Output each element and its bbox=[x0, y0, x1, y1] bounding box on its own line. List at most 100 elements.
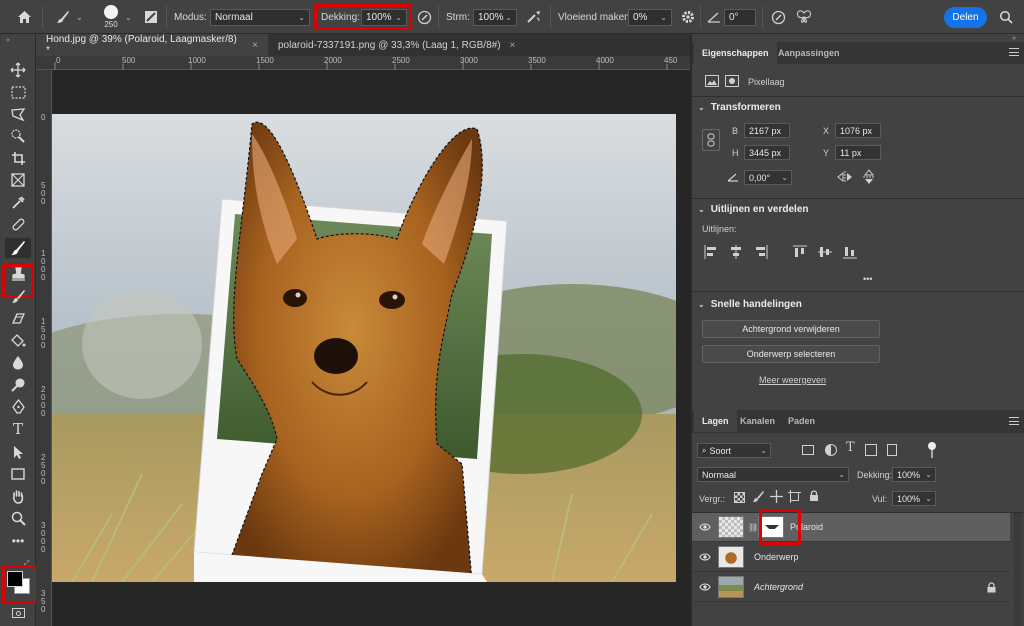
eyedropper-tool[interactable] bbox=[5, 192, 31, 212]
lock-position-icon[interactable] bbox=[770, 490, 783, 506]
stamp-tool[interactable] bbox=[5, 264, 31, 284]
symmetry-butterfly-icon[interactable] bbox=[794, 0, 814, 34]
pen-tool[interactable] bbox=[5, 396, 31, 416]
filter-toggle[interactable] bbox=[928, 442, 936, 458]
layers-scrollbar[interactable] bbox=[1014, 513, 1022, 626]
quick-actions-section-header[interactable]: ⌄ Snelle handelingen bbox=[698, 299, 802, 310]
align-top-edges-icon[interactable] bbox=[793, 245, 807, 262]
zoom-tool[interactable] bbox=[5, 508, 31, 528]
blend-mode-select[interactable]: Normaal ⌄ bbox=[697, 467, 849, 482]
blur-tool[interactable] bbox=[5, 352, 31, 372]
more-tools[interactable]: ••• bbox=[5, 531, 31, 551]
smoothing-input[interactable]: 0% ⌄ bbox=[628, 0, 672, 34]
width-input[interactable]: 2167 px bbox=[744, 123, 790, 138]
align-left-edges-icon[interactable] bbox=[704, 245, 718, 262]
brush-size-picker[interactable]: 250 bbox=[98, 0, 124, 34]
show-more-link[interactable]: Meer weergeven bbox=[759, 375, 826, 385]
mode-select[interactable]: Normaal ⌄ bbox=[210, 0, 310, 34]
link-dimensions-icon[interactable] bbox=[702, 129, 720, 151]
doc-tab-hond[interactable]: Hond.jpg @ 39% (Polaroid, Laagmasker/8) … bbox=[36, 34, 268, 56]
close-icon[interactable]: × bbox=[252, 40, 258, 51]
eye-icon[interactable] bbox=[692, 553, 718, 561]
brush-preset-icon[interactable] bbox=[52, 0, 74, 34]
dodge-tool[interactable] bbox=[5, 374, 31, 394]
healing-tool[interactable] bbox=[5, 214, 31, 234]
lasso-tool[interactable] bbox=[5, 104, 31, 124]
pressure-size-icon[interactable] bbox=[768, 0, 788, 34]
history-brush-tool[interactable] bbox=[5, 286, 31, 306]
remove-background-button[interactable]: Achtergrond verwijderen bbox=[702, 320, 880, 338]
more-options-icon[interactable]: ••• bbox=[863, 274, 872, 284]
filter-smart-object-icon[interactable] bbox=[887, 444, 897, 456]
filter-pixel-icon[interactable] bbox=[802, 445, 814, 455]
transform-section-header[interactable]: ⌄ Transformeren bbox=[698, 102, 781, 113]
select-subject-button[interactable]: Onderwerp selecteren bbox=[702, 345, 880, 363]
layer-row-achtergrond[interactable]: Achtergrond bbox=[692, 573, 1010, 602]
airbrush-icon[interactable] bbox=[524, 0, 544, 34]
rotation-input[interactable]: 0,00° ⌄ bbox=[744, 170, 792, 185]
tab-lagen[interactable]: Lagen bbox=[694, 410, 737, 432]
align-right-edges-icon[interactable] bbox=[754, 245, 768, 262]
filter-adjustment-icon[interactable] bbox=[825, 444, 837, 456]
layer-filter-select[interactable]: ⌕ Soort ⌄ bbox=[697, 443, 771, 458]
filter-shape-icon[interactable] bbox=[865, 444, 877, 456]
type-tool[interactable]: T bbox=[5, 419, 31, 439]
align-section-header[interactable]: ⌄ Uitlijnen en verdelen bbox=[698, 204, 809, 215]
chain-link-icon[interactable]: ⛓ bbox=[748, 523, 758, 532]
eye-icon[interactable] bbox=[692, 583, 718, 591]
marquee-tool[interactable] bbox=[5, 82, 31, 102]
align-horizontal-centers-icon[interactable] bbox=[729, 245, 743, 262]
flip-horizontal-icon[interactable] bbox=[837, 171, 853, 186]
home-icon[interactable] bbox=[12, 0, 36, 34]
quick-select-tool[interactable] bbox=[5, 126, 31, 146]
paint-bucket-tool[interactable] bbox=[5, 330, 31, 350]
filter-type-icon[interactable]: T bbox=[846, 440, 855, 455]
move-tool[interactable] bbox=[5, 60, 31, 80]
doc-tab-polaroid[interactable]: polaroid-7337191.png @ 33,3% (Laag 1, RG… bbox=[268, 34, 528, 56]
y-input[interactable]: 11 px bbox=[835, 145, 881, 160]
canvas-image[interactable] bbox=[52, 114, 676, 582]
tab-kanalen[interactable]: Kanalen bbox=[732, 410, 783, 432]
shape-tool[interactable] bbox=[5, 464, 31, 484]
lock-image-icon[interactable] bbox=[752, 490, 765, 506]
brush-tool[interactable] bbox=[5, 238, 31, 258]
panel-menu-icon[interactable] bbox=[1009, 48, 1019, 56]
path-select-tool[interactable] bbox=[5, 442, 31, 462]
quick-mask-icon[interactable] bbox=[12, 608, 25, 618]
angle-input[interactable]: 0° bbox=[724, 0, 756, 34]
pressure-opacity-icon[interactable] bbox=[415, 0, 433, 34]
align-bottom-edges-icon[interactable] bbox=[843, 245, 857, 262]
lock-all-icon[interactable] bbox=[809, 490, 819, 505]
panel-collapse-icon[interactable]: » bbox=[1012, 35, 1016, 42]
frame-tool[interactable] bbox=[5, 170, 31, 190]
brush-settings-icon[interactable] bbox=[142, 0, 160, 34]
lock-artboard-icon[interactable] bbox=[788, 490, 801, 506]
height-input[interactable]: 3445 px bbox=[744, 145, 790, 160]
x-input[interactable]: 1076 px bbox=[835, 123, 881, 138]
layer-row-onderwerp[interactable]: Onderwerp bbox=[692, 543, 1010, 572]
foreground-color-swatch[interactable] bbox=[7, 571, 23, 587]
panel-menu-icon[interactable] bbox=[1009, 417, 1019, 425]
flip-vertical-icon[interactable] bbox=[863, 169, 875, 188]
crop-tool[interactable] bbox=[5, 148, 31, 168]
search-icon[interactable] bbox=[996, 0, 1016, 34]
eye-icon[interactable] bbox=[692, 523, 718, 531]
mask-icon[interactable] bbox=[725, 75, 739, 87]
tab-eigenschappen[interactable]: Eigenschappen bbox=[694, 42, 777, 64]
align-vertical-centers-icon[interactable] bbox=[818, 245, 832, 262]
toolbar-collapse-icon[interactable]: « bbox=[6, 37, 10, 44]
share-button[interactable]: Delen bbox=[944, 0, 987, 34]
hand-tool[interactable] bbox=[5, 486, 31, 506]
fill-input[interactable]: 100% ⌄ bbox=[892, 491, 936, 506]
eraser-tool[interactable] bbox=[5, 308, 31, 328]
layer-row-polaroid[interactable]: ⛓ Polaroid bbox=[692, 513, 1010, 542]
gear-icon[interactable] bbox=[678, 0, 698, 34]
close-icon[interactable]: × bbox=[510, 40, 516, 51]
lock-transparent-icon[interactable] bbox=[734, 492, 745, 503]
tab-paden[interactable]: Paden bbox=[780, 410, 823, 432]
tab-aanpassingen[interactable]: Aanpassingen bbox=[770, 42, 848, 64]
flow-input[interactable]: 100% ⌄ bbox=[473, 0, 517, 34]
layer-opacity-input[interactable]: 100% ⌄ bbox=[892, 467, 936, 482]
chevron-down-icon[interactable]: ⌄ bbox=[76, 0, 83, 34]
chevron-down-icon[interactable]: ⌄ bbox=[125, 0, 132, 34]
